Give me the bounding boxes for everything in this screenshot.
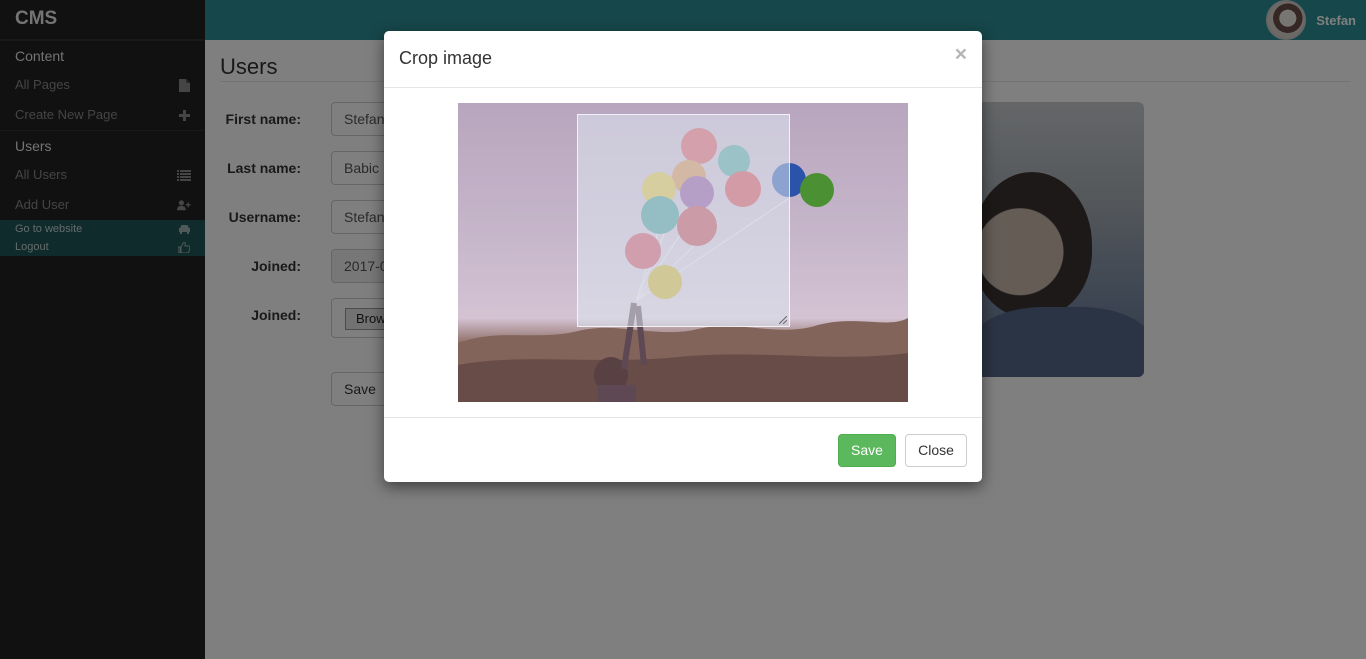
crop-source-image [458,103,908,402]
modal-close-button[interactable]: Close [905,434,967,467]
crop-image-modal: Crop image × Save Close [384,31,982,482]
modal-header: Crop image × [384,31,982,88]
modal-title: Crop image [399,48,493,68]
crop-selection-box[interactable] [577,114,790,327]
modal-footer: Save Close [384,417,982,482]
modal-save-button[interactable]: Save [838,434,896,467]
close-icon[interactable]: × [955,43,967,67]
resize-grip-icon[interactable] [779,316,787,324]
modal-body [384,88,982,418]
